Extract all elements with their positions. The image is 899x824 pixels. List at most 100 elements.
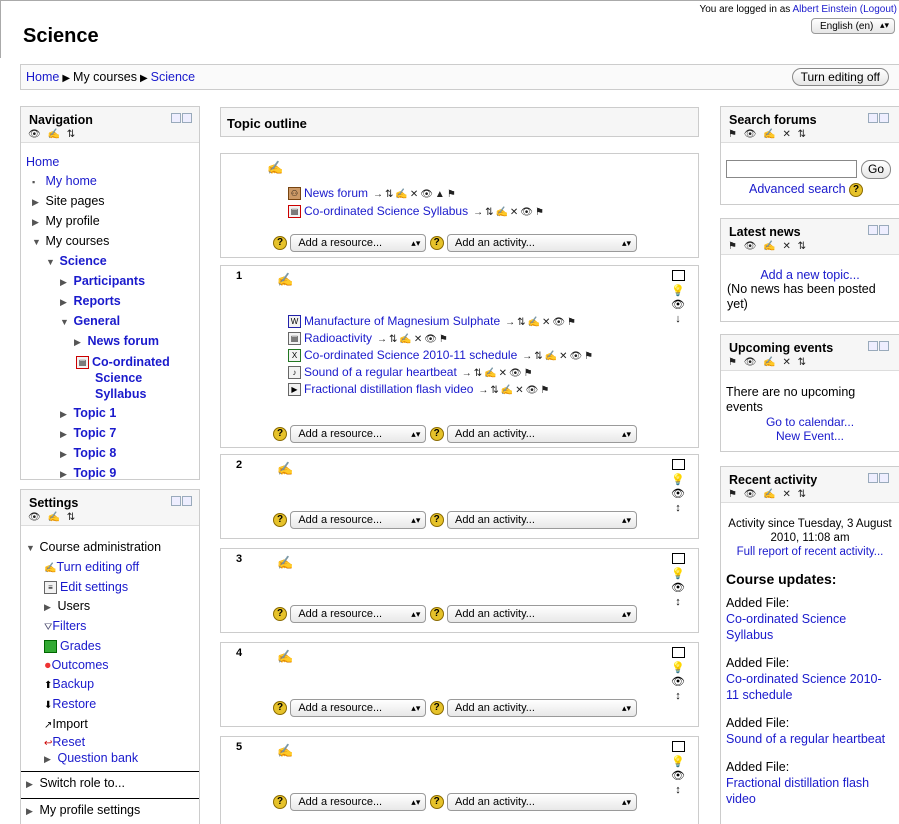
help-icon[interactable]: ? xyxy=(429,236,444,250)
recent-file-link[interactable]: Fractional distillation flash video xyxy=(726,776,869,806)
expand-icon[interactable]: ▶ xyxy=(60,405,70,424)
help-icon[interactable]: ? xyxy=(429,795,444,809)
eye-icon[interactable]: 👁 xyxy=(671,770,685,782)
help-icon[interactable]: ? xyxy=(273,236,287,250)
nav-topic[interactable]: Topic 1 xyxy=(73,406,116,420)
expand-icon[interactable]: ▶ xyxy=(60,425,70,444)
settings-filters[interactable]: Filters xyxy=(52,619,86,633)
activity-link[interactable]: Radioactivity xyxy=(304,331,372,345)
new-event-link[interactable]: New Event... xyxy=(776,429,844,443)
edit-summary-icon[interactable]: ✍ xyxy=(277,555,293,571)
highlight-icon[interactable] xyxy=(671,741,685,752)
nav-topic[interactable]: Topic 8 xyxy=(73,446,116,460)
settings-users[interactable]: Users xyxy=(57,599,90,613)
help-icon[interactable]: ? xyxy=(273,795,287,809)
collapse-icon[interactable]: ▼ xyxy=(60,313,70,332)
user-link[interactable]: Albert Einstein xyxy=(792,4,856,15)
expand-icon[interactable]: ▶ xyxy=(26,802,36,821)
expand-icon[interactable]: ▶ xyxy=(74,333,84,352)
highlight-icon[interactable] xyxy=(671,270,685,281)
block-edit-icons[interactable]: ⚑ 👁 ✍ ✕ ⇅ xyxy=(728,489,808,500)
nav-my-courses[interactable]: My courses xyxy=(45,234,109,248)
edit-summary-icon[interactable]: ✍ xyxy=(277,649,293,665)
activity-link[interactable]: Manufacture of Magnesium Sulphate xyxy=(304,314,500,328)
highlight-icon[interactable] xyxy=(671,459,685,470)
add-resource-select[interactable]: Add a resource... ▴▾ xyxy=(290,511,427,529)
help-icon[interactable]: ? xyxy=(273,513,287,527)
full-report-link[interactable]: Full report of recent activity... xyxy=(737,546,884,558)
section-controls[interactable]: 💡 👁 ↕ xyxy=(671,647,685,703)
lightbulb-icon[interactable]: 💡 xyxy=(671,285,685,297)
block-edit-icons[interactable]: ⚑ 👁 ✍ ✕ ⇅ xyxy=(728,357,808,368)
add-resource-select[interactable]: Add a resource... ▴▾ xyxy=(290,605,427,623)
add-activity-select[interactable]: Add an activity... ▴▾ xyxy=(447,234,638,252)
lightbulb-icon[interactable]: 💡 xyxy=(671,568,685,580)
dock-icon[interactable] xyxy=(867,224,891,235)
recent-file-link[interactable]: Sound of a regular heartbeat xyxy=(726,732,885,746)
block-edit-icons[interactable]: ⚑ 👁 ✍ ✕ ⇅ xyxy=(728,241,808,252)
help-icon[interactable]: ? xyxy=(429,513,444,527)
section-controls[interactable]: 💡 👁 ↓ xyxy=(671,270,685,326)
activity-edit-icons[interactable]: →⇅✍✕👁⚑ xyxy=(478,385,551,396)
dock-icon[interactable] xyxy=(867,340,891,351)
highlight-icon[interactable] xyxy=(671,553,685,564)
activity-link[interactable]: Sound of a regular heartbeat xyxy=(304,365,457,379)
help-icon[interactable]: ? xyxy=(429,701,444,715)
logout-link[interactable]: (Logout) xyxy=(860,4,897,15)
nav-syllabus[interactable]: Co-ordinated Science Syllabus xyxy=(76,355,170,401)
help-icon[interactable]: ? xyxy=(429,607,444,621)
eye-icon[interactable]: 👁 xyxy=(671,582,685,594)
nav-topic[interactable]: Topic 9 xyxy=(73,466,116,480)
breadcrumb-course[interactable]: Science xyxy=(151,70,195,84)
language-select[interactable]: English (en) ▴▾ xyxy=(811,18,895,34)
activity-edit-icons[interactable]: →⇅✍✕👁⚑ xyxy=(522,351,595,362)
recent-file-link[interactable]: Co-ordinated Science 2010-11 schedule xyxy=(726,672,882,702)
activity-link[interactable]: News forum xyxy=(304,186,368,200)
highlight-icon[interactable] xyxy=(671,647,685,658)
search-input[interactable] xyxy=(726,160,857,178)
settings-restore[interactable]: Restore xyxy=(52,697,96,711)
block-edit-icons[interactable]: 👁 ✍ ⇅ xyxy=(28,512,77,523)
help-icon[interactable]: ? xyxy=(849,182,864,197)
calendar-link[interactable]: Go to calendar... xyxy=(766,415,854,429)
activity-edit-icons[interactable]: →⇅✍✕👁⚑ xyxy=(473,207,546,218)
dock-icon[interactable] xyxy=(170,112,194,123)
expand-icon[interactable]: ▶ xyxy=(60,465,70,484)
nav-my-home[interactable]: My home xyxy=(45,174,96,188)
add-activity-select[interactable]: Add an activity... ▴▾ xyxy=(447,793,638,811)
eye-icon[interactable]: 👁 xyxy=(671,299,685,311)
nav-course-science[interactable]: Science xyxy=(59,254,106,268)
section-controls[interactable]: 💡 👁 ↕ xyxy=(671,741,685,797)
help-icon[interactable]: ? xyxy=(273,607,287,621)
settings-outcomes[interactable]: Outcomes xyxy=(52,658,109,672)
eye-icon[interactable]: 👁 xyxy=(671,676,685,688)
edit-summary-icon[interactable]: ✍ xyxy=(267,160,283,176)
add-resource-select[interactable]: Add a resource... ▴▾ xyxy=(290,699,427,717)
activity-edit-icons[interactable]: →⇅✍✕👁⚑ xyxy=(462,368,535,379)
eye-icon[interactable]: 👁 xyxy=(671,488,685,500)
activity-link[interactable]: Co-ordinated Science 2010-11 schedule xyxy=(304,348,517,362)
help-icon[interactable]: ? xyxy=(273,701,287,715)
advanced-search-link[interactable]: Advanced search xyxy=(749,182,846,196)
expand-icon[interactable]: ▶ xyxy=(44,752,54,767)
lightbulb-icon[interactable]: 💡 xyxy=(671,756,685,768)
expand-icon[interactable]: ▶ xyxy=(26,775,36,794)
my-profile-settings[interactable]: My profile settings xyxy=(39,803,140,817)
add-resource-select[interactable]: Add a resource... ▴▾ xyxy=(290,234,427,252)
nav-home[interactable]: Home xyxy=(26,155,59,169)
add-topic-link[interactable]: Add a new topic... xyxy=(760,268,859,282)
activity-edit-icons[interactable]: →⇅✍✕👁▲⚑ xyxy=(373,189,458,200)
dock-icon[interactable] xyxy=(867,472,891,483)
edit-summary-icon[interactable]: ✍ xyxy=(277,743,293,759)
expand-icon[interactable]: ▶ xyxy=(60,445,70,464)
add-resource-select[interactable]: Add a resource... ▴▾ xyxy=(290,425,427,443)
help-icon[interactable]: ? xyxy=(273,427,287,441)
add-activity-select[interactable]: Add an activity... ▴▾ xyxy=(447,425,638,443)
nav-reports[interactable]: Reports xyxy=(73,294,120,308)
block-edit-icons[interactable]: 👁 ✍ ⇅ xyxy=(28,129,77,140)
block-edit-icons[interactable]: ⚑ 👁 ✍ ✕ ⇅ xyxy=(728,129,808,140)
settings-turn-editing-off[interactable]: Turn editing off xyxy=(56,560,139,574)
nav-general[interactable]: General xyxy=(73,314,120,328)
nav-news-forum[interactable]: News forum xyxy=(87,334,159,348)
collapse-icon[interactable]: ▼ xyxy=(32,233,42,252)
